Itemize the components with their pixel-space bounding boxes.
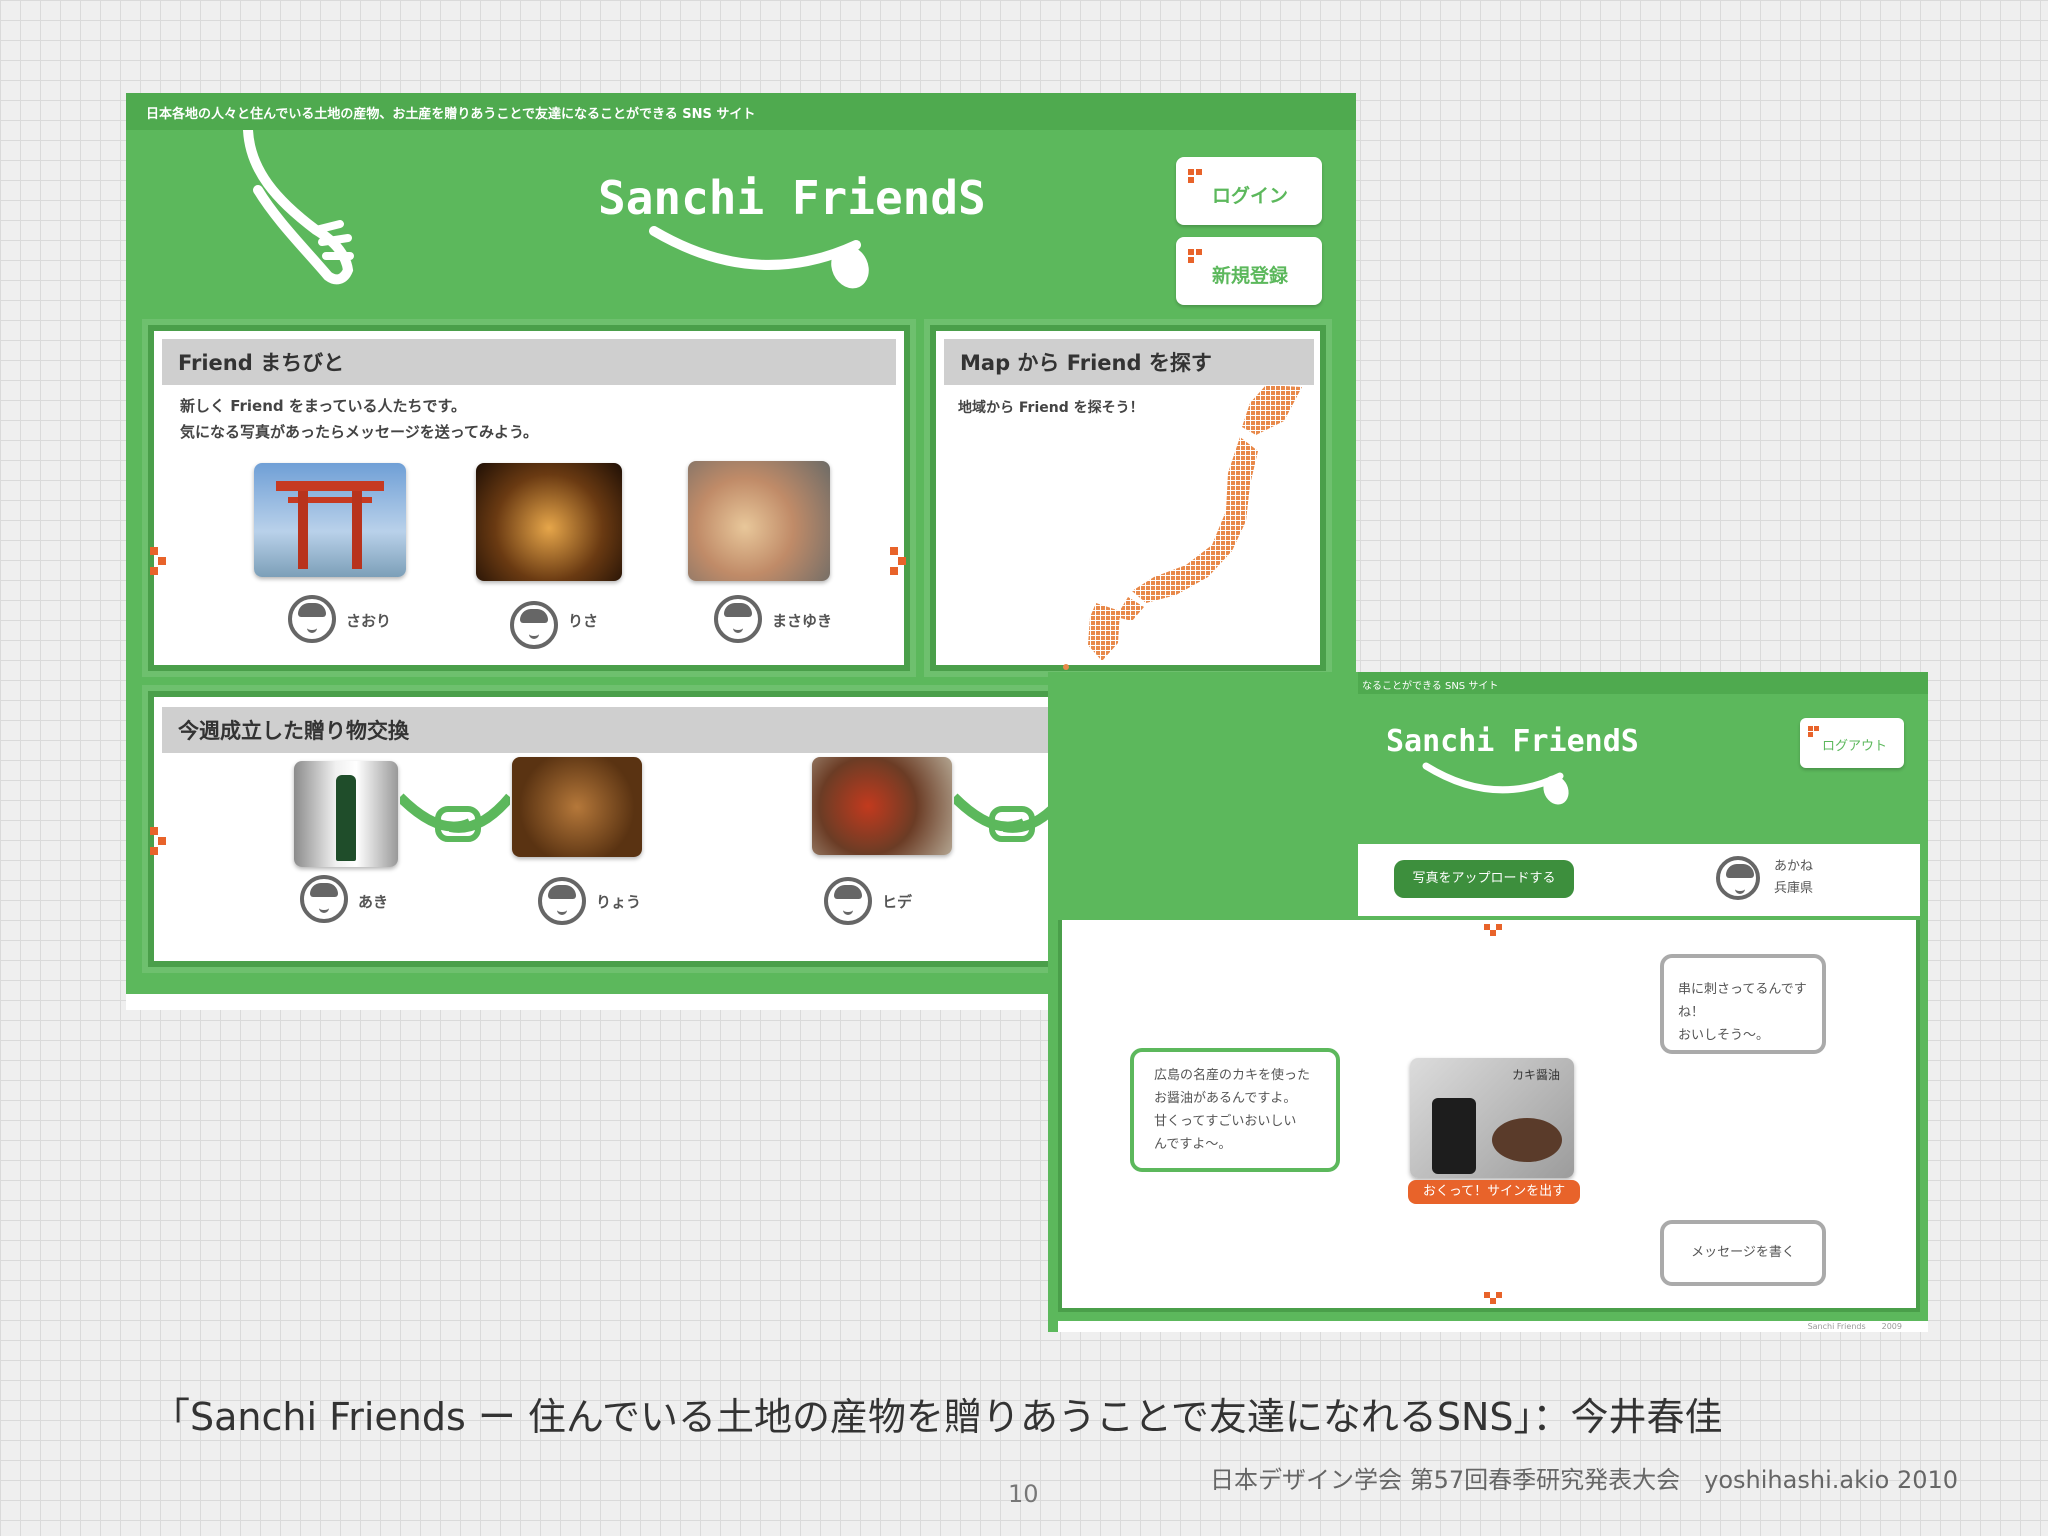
panel-description: 新しく Friend をまっている人たちです。 気になる写真があったらメッセージ… bbox=[180, 397, 539, 441]
friends-panel: Friend まちびと 新しく Friend をまっている人たちです。 気になる… bbox=[142, 319, 916, 677]
user-name[interactable]: まさゆき bbox=[772, 610, 832, 631]
user-name[interactable]: りょう bbox=[596, 891, 641, 912]
conversation-area: 串に刺さってるんですね！ おいしそう〜。 広島の名産のカキを使った お醤油がある… bbox=[1058, 920, 1920, 1312]
logo-smile bbox=[649, 226, 869, 289]
site-tagline: 日本各地の人々と住んでいる土地の産物、お土産を贈りあうことで友達になることができ… bbox=[126, 93, 1356, 130]
reply-bubble: 串に刺さってるんですね！ おいしそう〜。 bbox=[1660, 954, 1826, 1054]
illumination-photo[interactable] bbox=[476, 463, 622, 581]
logo-mark-icon bbox=[1188, 249, 1204, 265]
panel-title: Map から Friend を探す bbox=[944, 339, 1314, 385]
message-bubble: 広島の名産のカキを使った お醤油があるんですよ。 甘くってすごいおいしい んです… bbox=[1130, 1048, 1340, 1172]
handshake-icon bbox=[400, 793, 510, 842]
write-message-button[interactable]: メッセージを書く bbox=[1660, 1220, 1826, 1286]
register-button[interactable]: 新規登録 bbox=[1176, 237, 1322, 305]
skewer-photo[interactable] bbox=[512, 757, 642, 857]
scroll-down-icon[interactable] bbox=[1484, 1292, 1502, 1306]
slide-credit: 日本デザイン学会 第57回春季研究発表大会 yoshihashi.akio 20… bbox=[1210, 1466, 1959, 1494]
avatar[interactable] bbox=[300, 875, 348, 923]
product-photo[interactable]: カキ醤油 bbox=[1410, 1058, 1574, 1178]
user-info: あかね 兵庫県 bbox=[1774, 859, 1814, 896]
site-tagline: なることができる SNS サイト bbox=[1358, 672, 1928, 694]
avatar[interactable] bbox=[510, 601, 558, 649]
ginger-photo[interactable] bbox=[688, 461, 830, 581]
profile-bar: 写真をアップロードする あかね 兵庫県 bbox=[1358, 844, 1920, 916]
logo-smile bbox=[1422, 762, 1569, 805]
message-screenshot: なることができる SNS サイト Sanchi FriendS ログアウト 写真… bbox=[1048, 672, 1928, 1332]
avatar[interactable] bbox=[288, 595, 336, 643]
user-name[interactable]: あき bbox=[358, 891, 388, 912]
logo-mark-icon bbox=[1188, 169, 1204, 185]
user-name[interactable]: さおり bbox=[346, 610, 391, 631]
upload-photo-button[interactable]: 写真をアップロードする bbox=[1394, 860, 1574, 898]
panel-title: Friend まちびと bbox=[162, 339, 896, 385]
user-name[interactable]: りさ bbox=[568, 610, 598, 631]
map-panel: Map から Friend を探す 地域から Friend を探そう！ bbox=[924, 319, 1332, 677]
logo: Sanchi FriendS bbox=[598, 171, 986, 225]
torii-photo[interactable] bbox=[254, 463, 406, 577]
login-button[interactable]: ログイン bbox=[1176, 157, 1322, 225]
scroll-up-icon[interactable] bbox=[1484, 924, 1502, 938]
avatar[interactable] bbox=[714, 595, 762, 643]
site-footer: Sanchi Friends 2009 bbox=[1058, 1318, 1928, 1332]
logo: Sanchi FriendS bbox=[1386, 724, 1639, 759]
product-label: カキ醤油 bbox=[1512, 1068, 1561, 1082]
send-sign-button[interactable]: おくって！サインを出す bbox=[1408, 1180, 1580, 1204]
slide-caption: 「Sanchi Friends ー 住んでいる土地の産物を贈りあうことで友達にな… bbox=[152, 1395, 1723, 1439]
avatar[interactable] bbox=[824, 877, 872, 925]
oyster-dish-photo[interactable] bbox=[812, 757, 952, 855]
page-number: 10 bbox=[1008, 1480, 1039, 1508]
sake-photo[interactable] bbox=[294, 761, 398, 867]
prev-arrow-icon[interactable] bbox=[150, 547, 168, 575]
avatar bbox=[1716, 856, 1760, 900]
avatar[interactable] bbox=[538, 877, 586, 925]
user-name[interactable]: ヒデ bbox=[882, 891, 912, 912]
prev-arrow-icon[interactable] bbox=[150, 827, 168, 855]
logout-button[interactable]: ログアウト bbox=[1800, 718, 1904, 768]
logo-mark-icon bbox=[1808, 726, 1822, 740]
next-arrow-icon[interactable] bbox=[890, 547, 908, 575]
japan-map[interactable] bbox=[1036, 381, 1306, 671]
